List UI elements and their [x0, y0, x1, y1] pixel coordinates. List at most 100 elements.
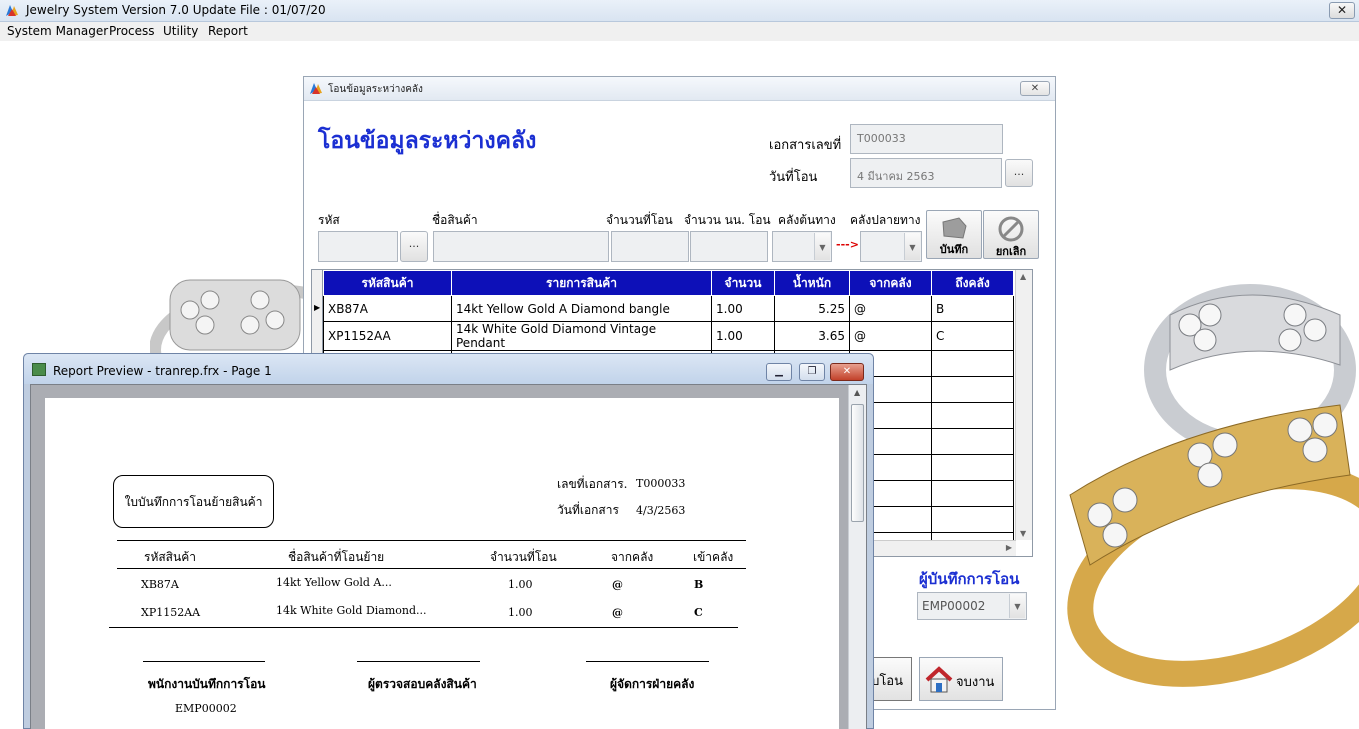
doc-no-label: เอกสารเลขที่	[769, 138, 842, 153]
cancel-button-label: ยกเลิก	[995, 245, 1027, 258]
scroll-up-icon[interactable]: ▲	[854, 388, 860, 397]
column-header[interactable]: รหัสสินค้า	[323, 270, 452, 296]
cancel-icon	[998, 216, 1024, 242]
chevron-down-icon[interactable]: ▼	[1009, 594, 1025, 618]
app-titlebar: Jewelry System Version 7.0 Update File :…	[0, 0, 1359, 22]
divider	[109, 627, 738, 628]
menu-system-manager[interactable]: System Manager	[7, 24, 108, 38]
cell-weight[interactable]: 5.25	[774, 295, 850, 322]
cell-name[interactable]: 14k White Gold Diamond Vintage Pendant	[451, 321, 712, 351]
transfer-close-button[interactable]: ✕	[1020, 81, 1050, 96]
chevron-down-icon[interactable]: ▼	[904, 233, 920, 260]
report-page: ใบบันทึกการโอนย้ายสินค้า เลขที่เอกสาร. T…	[45, 398, 839, 729]
cell-code[interactable]: XP1152AA	[323, 321, 452, 351]
report-column-header: จำนวนที่โอน	[490, 550, 557, 564]
transfer-window-title: โอนข้อมูลระหว่างคลัง	[328, 84, 423, 95]
cell-to[interactable]: C	[931, 321, 1014, 351]
window-logo-icon	[310, 83, 322, 94]
report-date-value: 4/3/2563	[636, 504, 686, 517]
qty-input[interactable]	[611, 231, 689, 262]
menu-report[interactable]: Report	[208, 24, 248, 38]
report-cell-from: @	[612, 578, 623, 591]
report-column-header: รหัสสินค้า	[144, 550, 196, 564]
report-date-label: วันที่เอกสาร	[557, 503, 619, 517]
save-button-label: บันทึก	[939, 243, 969, 256]
report-preview-window: Report Preview - tranrep.frx - Page 1 ▁ …	[23, 353, 874, 729]
report-preview-titlebar: Report Preview - tranrep.frx - Page 1 ▁ …	[24, 354, 873, 384]
report-doc-no-label: เลขที่เอกสาร.	[557, 477, 628, 491]
code-input[interactable]	[318, 231, 398, 262]
report-cell-qty: 1.00	[508, 578, 533, 591]
menu-utility[interactable]: Utility	[163, 24, 198, 38]
report-vertical-scrollbar[interactable]: ▲	[848, 385, 866, 729]
signature-line	[586, 661, 709, 662]
cell-to[interactable]: B	[931, 295, 1014, 322]
signature-line	[143, 661, 265, 662]
report-cell-code: XP1152AA	[141, 606, 201, 619]
report-icon	[32, 363, 46, 376]
app-logo-icon	[6, 5, 18, 16]
weight-input[interactable]	[690, 231, 768, 262]
report-column-header: เข้าคลัง	[693, 550, 734, 564]
scroll-thumb[interactable]	[851, 404, 864, 522]
date-label: วันที่โอน	[769, 170, 818, 185]
maximize-button[interactable]: ❐	[799, 363, 825, 381]
doc-no-field[interactable]: T000033	[850, 124, 1003, 154]
name-input[interactable]	[433, 231, 609, 262]
exit-button[interactable]: จบงาน	[919, 657, 1003, 701]
signature-label: ผู้ตรวจสอบคลังสินค้า	[368, 677, 477, 691]
cell-code[interactable]: XB87A	[323, 295, 452, 322]
menu-process[interactable]: Process	[109, 24, 155, 38]
report-cell-to: B	[694, 578, 704, 591]
from-warehouse-select[interactable]: ▼	[772, 231, 832, 262]
ring-right-image	[1067, 284, 1359, 687]
grid-vertical-scrollbar[interactable]: ▲ ▼	[1015, 270, 1032, 540]
report-cell-name: 14k White Gold Diamond...	[276, 604, 427, 617]
from-warehouse-label: คลังต้นทาง	[778, 213, 836, 227]
cell-from[interactable]: @	[849, 321, 932, 351]
cell-from[interactable]: @	[849, 295, 932, 322]
to-warehouse-select[interactable]: ▼	[860, 231, 922, 262]
code-lookup-button[interactable]: ...	[400, 231, 428, 262]
report-doc-no-value: T000033	[636, 477, 686, 490]
save-button[interactable]: บันทึก	[926, 210, 982, 259]
app-close-button[interactable]: ✕	[1329, 2, 1355, 19]
cancel-button[interactable]: ยกเลิก	[983, 210, 1039, 259]
chevron-down-icon[interactable]: ▼	[814, 233, 830, 260]
minimize-button[interactable]: ▁	[766, 363, 792, 381]
column-header[interactable]: ถึงคลัง	[931, 270, 1014, 296]
signature-line	[357, 661, 480, 662]
report-close-button[interactable]: ✕	[830, 363, 864, 381]
signature-label: ผู้จัดการฝ่ายคลัง	[610, 677, 695, 691]
report-column-header: ชื่อสินค้าที่โอนย้าย	[288, 550, 385, 564]
table-row[interactable]: XB87A 14kt Yellow Gold A Diamond bangle …	[323, 295, 1014, 322]
app-title: Jewelry System Version 7.0 Update File :…	[26, 3, 326, 17]
scroll-down-icon[interactable]: ▼	[1020, 529, 1026, 538]
report-title: ใบบันทึกการโอนย้ายสินค้า	[113, 475, 274, 528]
menubar: System Manager Process Utility Report	[0, 22, 1359, 41]
current-row-icon: ▶	[314, 303, 321, 312]
cell-weight[interactable]: 3.65	[774, 321, 850, 351]
exit-button-label: จบงาน	[956, 675, 995, 690]
table-row[interactable]: XP1152AA 14k White Gold Diamond Vintage …	[323, 321, 1014, 351]
scroll-up-icon[interactable]: ▲	[1020, 272, 1026, 281]
column-header[interactable]: จำนวน	[711, 270, 775, 296]
recorder-label: ผู้บันทึกการโอน	[919, 570, 1020, 588]
report-cell-code: XB87A	[141, 578, 179, 591]
date-field[interactable]: 4 มีนาคม 2563	[850, 158, 1002, 188]
column-header[interactable]: น้ำหนัก	[774, 270, 850, 296]
arrow-indicator: --->	[836, 238, 859, 251]
cell-qty[interactable]: 1.00	[711, 321, 775, 351]
report-employee: EMP00002	[175, 702, 237, 715]
cell-qty[interactable]: 1.00	[711, 295, 775, 322]
column-header[interactable]: จากคลัง	[849, 270, 932, 296]
code-label: รหัส	[318, 213, 340, 227]
column-header[interactable]: รายการสินค้า	[451, 270, 712, 296]
scroll-right-icon[interactable]: ▶	[1006, 543, 1012, 552]
cell-name[interactable]: 14kt Yellow Gold A Diamond bangle	[451, 295, 712, 322]
divider	[117, 568, 746, 569]
date-picker-button[interactable]: ...	[1005, 159, 1033, 187]
report-cell-to: C	[694, 606, 703, 619]
qty-label: จำนวนที่โอน	[606, 213, 673, 227]
recorder-select[interactable]: EMP00002 ▼	[917, 592, 1027, 620]
